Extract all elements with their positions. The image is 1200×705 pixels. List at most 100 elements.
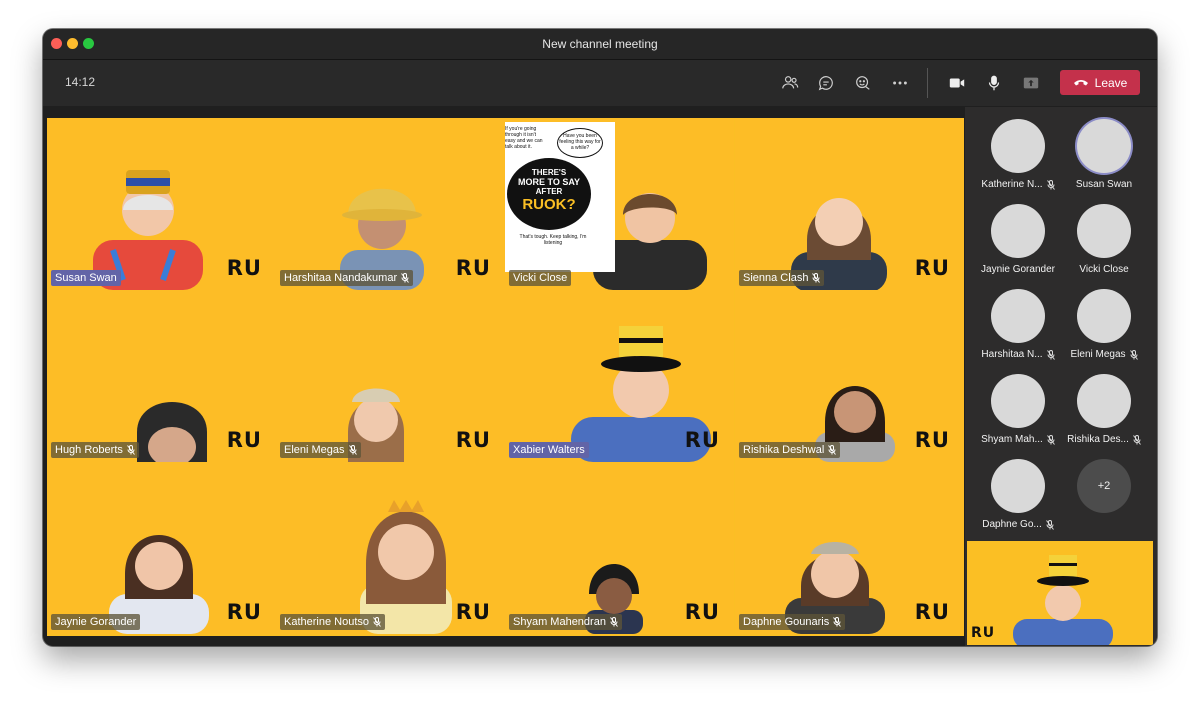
meeting-timer: 14:12 [65, 75, 96, 89]
video-tile[interactable]: RU Eleni Megas [276, 290, 505, 462]
brand-logo: RU [455, 256, 491, 280]
video-stage: RU Susan Swan RU Harshitaa Nandakumar If… [47, 118, 964, 636]
poster-line: RUOK? [522, 196, 576, 213]
brand-logo: RU [455, 600, 491, 624]
brand-logo: RU [226, 600, 262, 624]
participant-name: Sienna Clash [743, 272, 809, 284]
overflow-count: +2 [1077, 459, 1131, 513]
brand-logo: RU [226, 428, 262, 452]
tile-nametag: Sienna Clash [739, 270, 825, 286]
avatar [1077, 119, 1131, 173]
more-participants-button[interactable]: +2 [1061, 453, 1147, 538]
video-tile[interactable]: RU Harshitaa Nandakumar [276, 118, 505, 290]
tile-nametag: Hugh Roberts [51, 442, 139, 458]
muted-mic-icon [373, 617, 381, 627]
participant-item[interactable]: Eleni Megas [1061, 283, 1147, 368]
participant-name: Rishika Deshwal [743, 444, 825, 456]
participant-name: Jaynie Gorander [981, 264, 1055, 275]
brand-logo: RU [226, 256, 262, 280]
participants-button[interactable] [776, 69, 804, 97]
brand-logo: RU [914, 256, 950, 280]
participants-icon [782, 76, 799, 89]
muted-mic-icon [126, 445, 135, 455]
participant-name: Eleni Megas [284, 444, 345, 456]
self-view-person [1013, 555, 1113, 645]
reactions-button[interactable] [849, 69, 877, 97]
brand-logo: RU [455, 428, 491, 452]
video-tile[interactable]: RU Rishika Deshwal [735, 290, 964, 462]
video-tile[interactable]: RU Xabier Walters [505, 290, 734, 462]
avatar [991, 374, 1045, 428]
poster-bubble: If you're going through it isn't easy an… [505, 126, 543, 150]
participant-item[interactable]: Katherine N... [975, 113, 1061, 198]
muted-mic-icon [1045, 519, 1054, 530]
brand-logo-mirrored: RU [971, 625, 996, 641]
poster-line: AFTER [535, 187, 563, 196]
participant-name: Vicki Close [513, 272, 568, 284]
tile-nametag: Eleni Megas [280, 442, 361, 458]
self-view-video[interactable]: RU [967, 541, 1153, 645]
chat-icon [818, 76, 833, 91]
tile-nametag: Shyam Mahendran [509, 614, 622, 630]
muted-mic-icon [1046, 179, 1055, 190]
participant-name: Rishika Des... [1067, 434, 1129, 445]
video-tile[interactable]: RU Sienna Clash [735, 118, 964, 290]
participant-name: Eleni Megas [1070, 349, 1126, 360]
avatar [991, 119, 1045, 173]
participant-item[interactable]: Jaynie Gorander [975, 198, 1061, 283]
camera-icon [949, 78, 965, 88]
participant-video [93, 170, 203, 290]
participant-item[interactable]: Rishika Des... [1061, 368, 1147, 453]
share-screen-button[interactable] [1017, 69, 1045, 97]
video-tile[interactable]: RU Jaynie Gorander [47, 462, 276, 634]
chat-button[interactable] [812, 69, 840, 97]
video-tile[interactable]: If you're going through it isn't easy an… [505, 118, 734, 290]
more-options-button[interactable] [886, 69, 914, 97]
muted-mic-icon [1046, 349, 1055, 360]
ruok-poster: If you're going through it isn't easy an… [505, 122, 615, 272]
avatar [1077, 374, 1131, 428]
leave-button[interactable]: Leave [1060, 70, 1140, 95]
avatar [1077, 204, 1131, 258]
title-bar: New channel meeting [43, 29, 1157, 60]
participant-name: Daphne Go... [982, 519, 1042, 530]
participant-name: Susan Swan [55, 272, 117, 284]
participant-name: Katherine Noutso [284, 616, 369, 628]
toolbar-divider [927, 68, 928, 98]
camera-button[interactable] [943, 69, 971, 97]
muted-mic-icon [401, 273, 410, 283]
leave-label: Leave [1094, 75, 1128, 90]
brand-logo: RU [684, 600, 720, 624]
participant-item[interactable]: Shyam Mah... [975, 368, 1061, 453]
video-tile[interactable]: RU Susan Swan [47, 118, 276, 290]
microphone-button[interactable] [980, 69, 1008, 97]
poster-line: THERE'S [531, 168, 567, 177]
meeting-window: New channel meeting 14:12 Leave RU Susan… [43, 29, 1157, 646]
video-tile[interactable]: RU Shyam Mahendran [505, 462, 734, 634]
participant-item[interactable]: Harshitaa N... [975, 283, 1061, 368]
tile-nametag: Jaynie Gorander [51, 614, 141, 630]
participant-video [137, 402, 207, 462]
microphone-icon [988, 75, 1000, 91]
video-tile[interactable]: RU Hugh Roberts [47, 290, 276, 462]
muted-mic-icon [828, 445, 837, 455]
tile-nametag: Xabier Walters [509, 442, 589, 458]
avatar [991, 289, 1045, 343]
participant-name: Harshitaa N... [981, 349, 1043, 360]
video-tile[interactable]: RU Katherine Noutso [276, 462, 505, 634]
participant-name: Susan Swan [1075, 179, 1133, 190]
brand-logo: RU [914, 600, 950, 624]
muted-mic-icon [348, 445, 357, 455]
participant-item[interactable]: Daphne Go... [975, 453, 1061, 538]
muted-mic-icon [610, 617, 618, 627]
avatar [991, 204, 1045, 258]
brand-logo: RU [684, 428, 720, 452]
participant-name: Shyam Mah... [981, 434, 1043, 445]
participant-item[interactable]: Susan Swan [1061, 113, 1147, 198]
video-tile[interactable]: RU Daphne Gounaris [735, 462, 964, 634]
brand-logo: RU [914, 428, 950, 452]
window-title: New channel meeting [542, 37, 658, 51]
tile-nametag: Rishika Deshwal [739, 442, 841, 458]
participant-item[interactable]: Vicki Close [1061, 198, 1147, 283]
poster-bubble: That's tough. Keep talking, I'm listenin… [519, 234, 587, 246]
